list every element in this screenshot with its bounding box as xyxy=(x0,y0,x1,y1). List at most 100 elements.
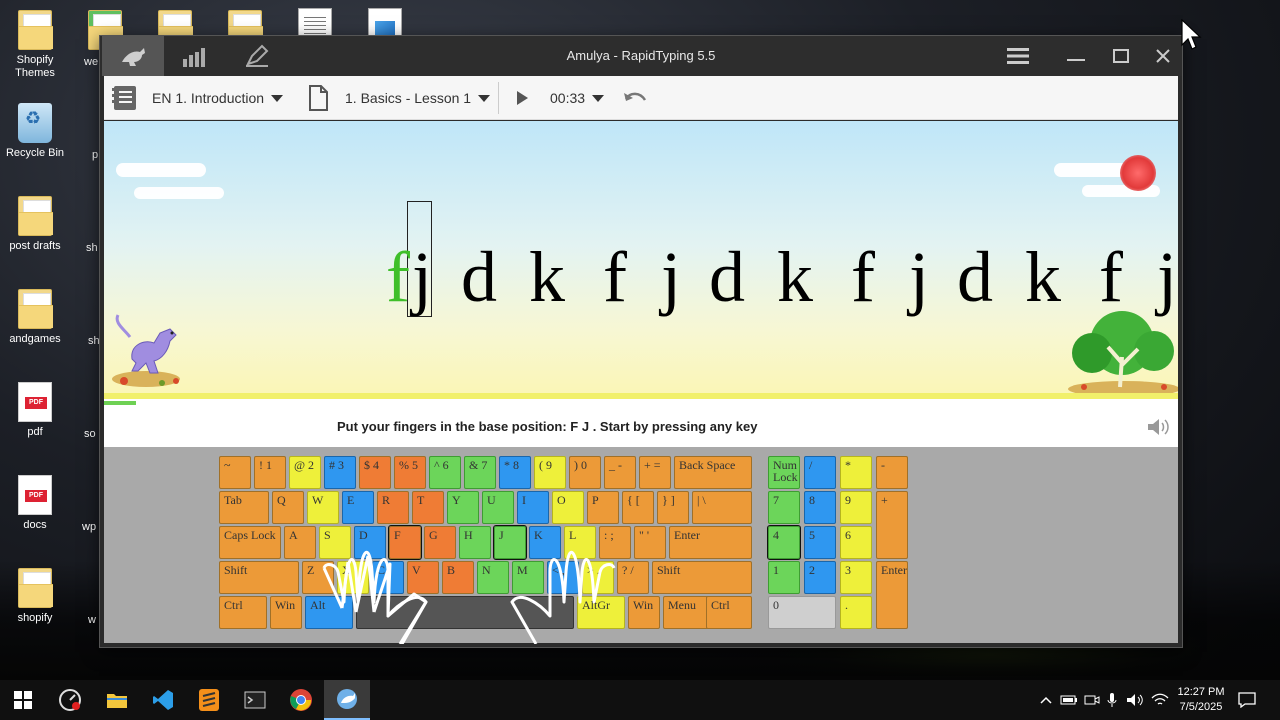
play-button[interactable] xyxy=(514,76,530,120)
taskbar-chrome[interactable] xyxy=(278,680,324,720)
key-win-key[interactable]: Win xyxy=(628,596,660,629)
taskbar-rapidtyping[interactable] xyxy=(324,680,370,720)
pending-char: f xyxy=(851,237,875,317)
desktop-icon-recycle-bin[interactable]: Recycle Bin xyxy=(0,103,70,160)
course-book-icon[interactable] xyxy=(110,76,138,120)
desktop-icon-label: so xyxy=(84,428,96,440)
tray-battery[interactable] xyxy=(1060,680,1078,720)
minimize-button[interactable] xyxy=(1061,42,1091,70)
timer-dropdown[interactable]: 00:33 xyxy=(550,76,605,120)
tray-wifi[interactable] xyxy=(1151,680,1169,720)
notification-center-button[interactable] xyxy=(1238,680,1256,720)
key--8-key[interactable]: * 8 xyxy=(499,456,531,489)
hamburger-menu-icon[interactable] xyxy=(1003,42,1033,70)
numpad-key--[interactable]: - xyxy=(876,456,908,489)
desktop-icon-label: Recycle Bin xyxy=(5,147,65,159)
desktop-icon-post-drafts[interactable]: post drafts xyxy=(0,196,70,253)
key--1-key[interactable]: ! 1 xyxy=(254,456,286,489)
desktop-icon-label: shopify xyxy=(17,612,53,624)
key---key[interactable]: { [ xyxy=(622,491,654,524)
toolbar-divider xyxy=(498,82,499,114)
lesson-file-icon[interactable] xyxy=(306,76,330,120)
numpad-key-0[interactable]: 0 xyxy=(768,596,836,629)
key--3-key[interactable]: # 3 xyxy=(324,456,356,489)
battery-icon xyxy=(1060,695,1077,705)
key-q-key[interactable]: Q xyxy=(272,491,304,524)
numpad-key-9[interactable]: 9 xyxy=(840,491,872,524)
key---key[interactable]: ~ xyxy=(219,456,251,489)
desktop-icon-label: Shopify Themes xyxy=(15,54,55,79)
numpad-key-1[interactable]: 1 xyxy=(768,561,800,594)
numpad-key-8[interactable]: 8 xyxy=(804,491,836,524)
key--7-key[interactable]: & 7 xyxy=(464,456,496,489)
virtual-keyboard: ~! 1 @ 2 # 3 $ 4% 5 ^ 6 & 7 * 8( 9) 0 _ - + = Bac… xyxy=(104,447,1178,644)
key---key[interactable]: _ - xyxy=(604,456,636,489)
desktop-icon-shopify-themes[interactable]: Shopify Themes xyxy=(0,10,70,80)
numpad-key-2[interactable]: 2 xyxy=(804,561,836,594)
numpad-key--[interactable]: . xyxy=(840,596,872,629)
taskbar-file-explorer[interactable] xyxy=(94,680,140,720)
taskbar-terminal[interactable] xyxy=(232,680,278,720)
maximize-button[interactable] xyxy=(1106,42,1136,70)
pending-char: d xyxy=(957,237,993,317)
start-button[interactable] xyxy=(0,680,46,720)
taskbar-sublime[interactable] xyxy=(186,680,232,720)
desktop-icon-docs[interactable]: docs xyxy=(0,475,70,532)
key---key[interactable]: + = xyxy=(639,456,671,489)
key-a-key[interactable]: A xyxy=(284,526,316,559)
key-enter-key[interactable]: Enter xyxy=(669,526,752,559)
kangaroo-mascot xyxy=(112,314,180,387)
key--9-key[interactable]: ( 9 xyxy=(534,456,566,489)
cloud xyxy=(134,187,224,199)
pending-char: d xyxy=(461,237,497,317)
numpad-key-7[interactable]: 7 xyxy=(768,491,800,524)
key--5-key[interactable]: % 5 xyxy=(394,456,426,489)
desktop-icon-pdf[interactable]: pdf xyxy=(0,382,70,439)
key--2-key[interactable]: @ 2 xyxy=(289,456,321,489)
key---key[interactable]: " ' xyxy=(634,526,666,559)
numpad-key--[interactable]: / xyxy=(804,456,836,489)
numpad-key--[interactable]: + xyxy=(876,491,908,559)
undo-button[interactable] xyxy=(622,76,648,120)
numpad-key-num-lock[interactable]: Num Lock xyxy=(768,456,800,489)
close-button[interactable] xyxy=(1148,42,1178,70)
system-clock[interactable]: 12:27 PM 7/5/2025 xyxy=(1176,685,1226,715)
numpad-key-6[interactable]: 6 xyxy=(840,526,872,559)
desktop-icon-shopify[interactable]: shopify xyxy=(0,568,70,625)
key-win-key[interactable]: Win xyxy=(270,596,302,629)
key-shift-key[interactable]: Shift xyxy=(219,561,299,594)
key-back-space-key[interactable]: Back Space xyxy=(674,456,752,489)
tray-meet-now[interactable] xyxy=(1084,680,1100,720)
numpad-key--[interactable]: * xyxy=(840,456,872,489)
key---key[interactable]: | \ xyxy=(692,491,752,524)
taskbar-vscode[interactable] xyxy=(140,680,186,720)
taskbar-speedometer-app[interactable] xyxy=(47,680,93,720)
sublime-text-icon xyxy=(199,689,219,711)
lesson-dropdown[interactable]: 1. Basics - Lesson 1 xyxy=(345,76,491,120)
numpad-key-enter[interactable]: Enter xyxy=(876,561,908,629)
key--4-key[interactable]: $ 4 xyxy=(359,456,391,489)
key-ctrl-key[interactable]: Ctrl xyxy=(706,596,752,629)
desktop-icon-andgames[interactable]: andgames xyxy=(0,289,70,346)
show-hidden-icons-button[interactable] xyxy=(1040,680,1052,720)
chevron-down-icon xyxy=(271,94,284,102)
key---key[interactable]: } ] xyxy=(657,491,689,524)
numpad-key-4[interactable]: 4 xyxy=(767,525,801,560)
key-caps-lock-key[interactable]: Caps Lock xyxy=(219,526,281,559)
speaker-icon[interactable] xyxy=(1146,417,1170,437)
tray-microphone[interactable] xyxy=(1106,680,1118,720)
key-tab-key[interactable]: Tab xyxy=(219,491,269,524)
folder-icon xyxy=(18,196,53,236)
course-dropdown[interactable]: EN 1. Introduction xyxy=(152,76,284,120)
key-ctrl-key[interactable]: Ctrl xyxy=(219,596,267,629)
key--0-key[interactable]: ) 0 xyxy=(569,456,601,489)
key--6-key[interactable]: ^ 6 xyxy=(429,456,461,489)
tray-volume[interactable] xyxy=(1126,680,1144,720)
toolbar: EN 1. Introduction 1. Basics - Lesson 1 … xyxy=(104,76,1178,120)
play-icon xyxy=(517,91,528,105)
chevron-down-icon xyxy=(592,94,605,102)
hint-bar: Put your fingers in the base position: F… xyxy=(104,407,1178,447)
numpad-key-3[interactable]: 3 xyxy=(840,561,872,594)
key-shift-key[interactable]: Shift xyxy=(652,561,752,594)
numpad-key-5[interactable]: 5 xyxy=(804,526,836,559)
